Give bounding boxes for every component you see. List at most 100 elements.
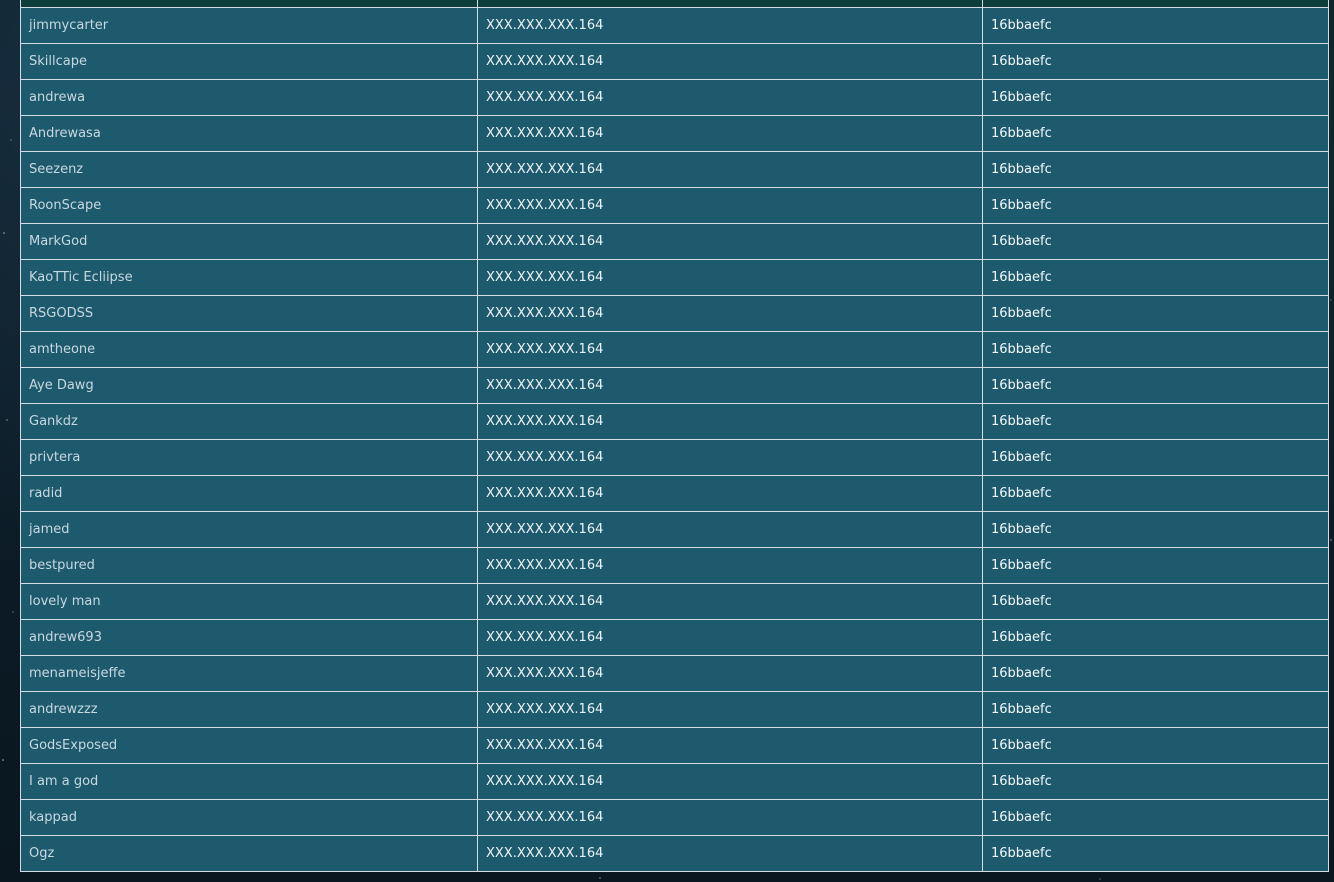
hash-cell: 16bbaefc (982, 115, 1329, 152)
ip-address-cell: XXX.XXX.XXX.164 (477, 367, 983, 404)
table-row: bestpured XXX.XXX.XXX.164 16bbaefc (20, 547, 1329, 584)
hash-cell: 16bbaefc (982, 655, 1329, 692)
username-cell: menameisjeffe (20, 655, 478, 692)
hash-cell: 16bbaefc (982, 187, 1329, 224)
hash-cell: 16bbaefc (982, 439, 1329, 476)
table-row: amtheone XXX.XXX.XXX.164 16bbaefc (20, 331, 1329, 368)
table-row: Skillcape XXX.XXX.XXX.164 16bbaefc (20, 43, 1329, 80)
table-row: KaoTTic Ecliipse XXX.XXX.XXX.164 16bbaefc (20, 259, 1329, 296)
ip-address-cell: XXX.XXX.XXX.164 (477, 151, 983, 188)
table-row: privtera XXX.XXX.XXX.164 16bbaefc (20, 439, 1329, 476)
username-cell: andrewzzz (20, 691, 478, 728)
username-cell: jamed (20, 511, 478, 548)
table-row: menameisjeffe XXX.XXX.XXX.164 16bbaefc (20, 655, 1329, 692)
username-cell: andrewa (20, 79, 478, 116)
hash-cell: 16bbaefc (982, 43, 1329, 80)
header-cell-ip (478, 0, 983, 7)
hash-cell: 16bbaefc (982, 7, 1329, 44)
ip-address-cell: XXX.XXX.XXX.164 (477, 619, 983, 656)
ip-address-cell: XXX.XXX.XXX.164 (477, 403, 983, 440)
hash-cell: 16bbaefc (982, 727, 1329, 764)
ip-address-cell: XXX.XXX.XXX.164 (477, 295, 983, 332)
username-cell: amtheone (20, 331, 478, 368)
username-cell: I am a god (20, 763, 478, 800)
hash-cell: 16bbaefc (982, 259, 1329, 296)
username-cell: RSGODSS (20, 295, 478, 332)
table-row: lovely man XXX.XXX.XXX.164 16bbaefc (20, 583, 1329, 620)
hash-cell: 16bbaefc (982, 295, 1329, 332)
hash-cell: 16bbaefc (982, 547, 1329, 584)
table-row: GodsExposed XXX.XXX.XXX.164 16bbaefc (20, 727, 1329, 764)
ip-address-cell: XXX.XXX.XXX.164 (477, 79, 983, 116)
table-row: Andrewasa XXX.XXX.XXX.164 16bbaefc (20, 115, 1329, 152)
username-cell: Seezenz (20, 151, 478, 188)
ip-address-cell: XXX.XXX.XXX.164 (477, 511, 983, 548)
table-row: Seezenz XXX.XXX.XXX.164 16bbaefc (20, 151, 1329, 188)
ip-address-cell: XXX.XXX.XXX.164 (477, 475, 983, 512)
hash-cell: 16bbaefc (982, 619, 1329, 656)
hash-cell: 16bbaefc (982, 403, 1329, 440)
ip-address-cell: XXX.XXX.XXX.164 (477, 259, 983, 296)
table-row: RoonScape XXX.XXX.XXX.164 16bbaefc (20, 187, 1329, 224)
hash-cell: 16bbaefc (982, 511, 1329, 548)
table-row: andrewzzz XXX.XXX.XXX.164 16bbaefc (20, 691, 1329, 728)
username-cell: privtera (20, 439, 478, 476)
ip-address-cell: XXX.XXX.XXX.164 (477, 763, 983, 800)
ip-address-cell: XXX.XXX.XXX.164 (477, 223, 983, 260)
hash-cell: 16bbaefc (982, 331, 1329, 368)
username-cell: jimmycarter (20, 7, 478, 44)
ip-address-cell: XXX.XXX.XXX.164 (477, 7, 983, 44)
table-body: jimmycarter XXX.XXX.XXX.164 16bbaefc Skillc… (20, 7, 1329, 872)
table-header (20, 0, 1329, 7)
ip-address-cell: XXX.XXX.XXX.164 (477, 835, 983, 872)
hash-cell: 16bbaefc (982, 763, 1329, 800)
ip-address-cell: XXX.XXX.XXX.164 (477, 799, 983, 836)
ip-address-cell: XXX.XXX.XXX.164 (477, 727, 983, 764)
ip-address-cell: XXX.XXX.XXX.164 (477, 43, 983, 80)
table-row: Aye Dawg XXX.XXX.XXX.164 16bbaefc (20, 367, 1329, 404)
ip-address-cell: XXX.XXX.XXX.164 (477, 439, 983, 476)
table-row: MarkGod XXX.XXX.XXX.164 16bbaefc (20, 223, 1329, 260)
ip-address-cell: XXX.XXX.XXX.164 (477, 583, 983, 620)
username-cell: bestpured (20, 547, 478, 584)
hash-cell: 16bbaefc (982, 691, 1329, 728)
ip-address-cell: XXX.XXX.XXX.164 (477, 691, 983, 728)
username-cell: kappad (20, 799, 478, 836)
table-row: jamed XXX.XXX.XXX.164 16bbaefc (20, 511, 1329, 548)
table-row: RSGODSS XXX.XXX.XXX.164 16bbaefc (20, 295, 1329, 332)
username-cell: lovely man (20, 583, 478, 620)
hash-cell: 16bbaefc (982, 223, 1329, 260)
username-cell: RoonScape (20, 187, 478, 224)
username-cell: Gankdz (20, 403, 478, 440)
ip-address-cell: XXX.XXX.XXX.164 (477, 547, 983, 584)
table-row: andrew693 XXX.XXX.XXX.164 16bbaefc (20, 619, 1329, 656)
table-row: Ogz XXX.XXX.XXX.164 16bbaefc (20, 835, 1329, 872)
hash-cell: 16bbaefc (982, 79, 1329, 116)
hash-cell: 16bbaefc (982, 151, 1329, 188)
table-row: radid XXX.XXX.XXX.164 16bbaefc (20, 475, 1329, 512)
hash-cell: 16bbaefc (982, 475, 1329, 512)
results-table-container: jimmycarter XXX.XXX.XXX.164 16bbaefc Skillc… (20, 0, 1329, 872)
username-cell: Andrewasa (20, 115, 478, 152)
hash-cell: 16bbaefc (982, 583, 1329, 620)
ip-address-cell: XXX.XXX.XXX.164 (477, 187, 983, 224)
username-cell: MarkGod (20, 223, 478, 260)
hash-cell: 16bbaefc (982, 367, 1329, 404)
username-cell: andrew693 (20, 619, 478, 656)
username-cell: GodsExposed (20, 727, 478, 764)
username-cell: Skillcape (20, 43, 478, 80)
table-row: andrewa XXX.XXX.XXX.164 16bbaefc (20, 79, 1329, 116)
username-cell: KaoTTic Ecliipse (20, 259, 478, 296)
ip-address-cell: XXX.XXX.XXX.164 (477, 115, 983, 152)
username-cell: Aye Dawg (20, 367, 478, 404)
hash-cell: 16bbaefc (982, 835, 1329, 872)
username-cell: Ogz (20, 835, 478, 872)
table-row: jimmycarter XXX.XXX.XXX.164 16bbaefc (20, 7, 1329, 44)
table-row: I am a god XXX.XXX.XXX.164 16bbaefc (20, 763, 1329, 800)
table-row: Gankdz XXX.XXX.XXX.164 16bbaefc (20, 403, 1329, 440)
header-cell-name (21, 0, 478, 7)
header-cell-hash (983, 0, 1328, 7)
ip-address-cell: XXX.XXX.XXX.164 (477, 655, 983, 692)
table-row: kappad XXX.XXX.XXX.164 16bbaefc (20, 799, 1329, 836)
ip-address-cell: XXX.XXX.XXX.164 (477, 331, 983, 368)
